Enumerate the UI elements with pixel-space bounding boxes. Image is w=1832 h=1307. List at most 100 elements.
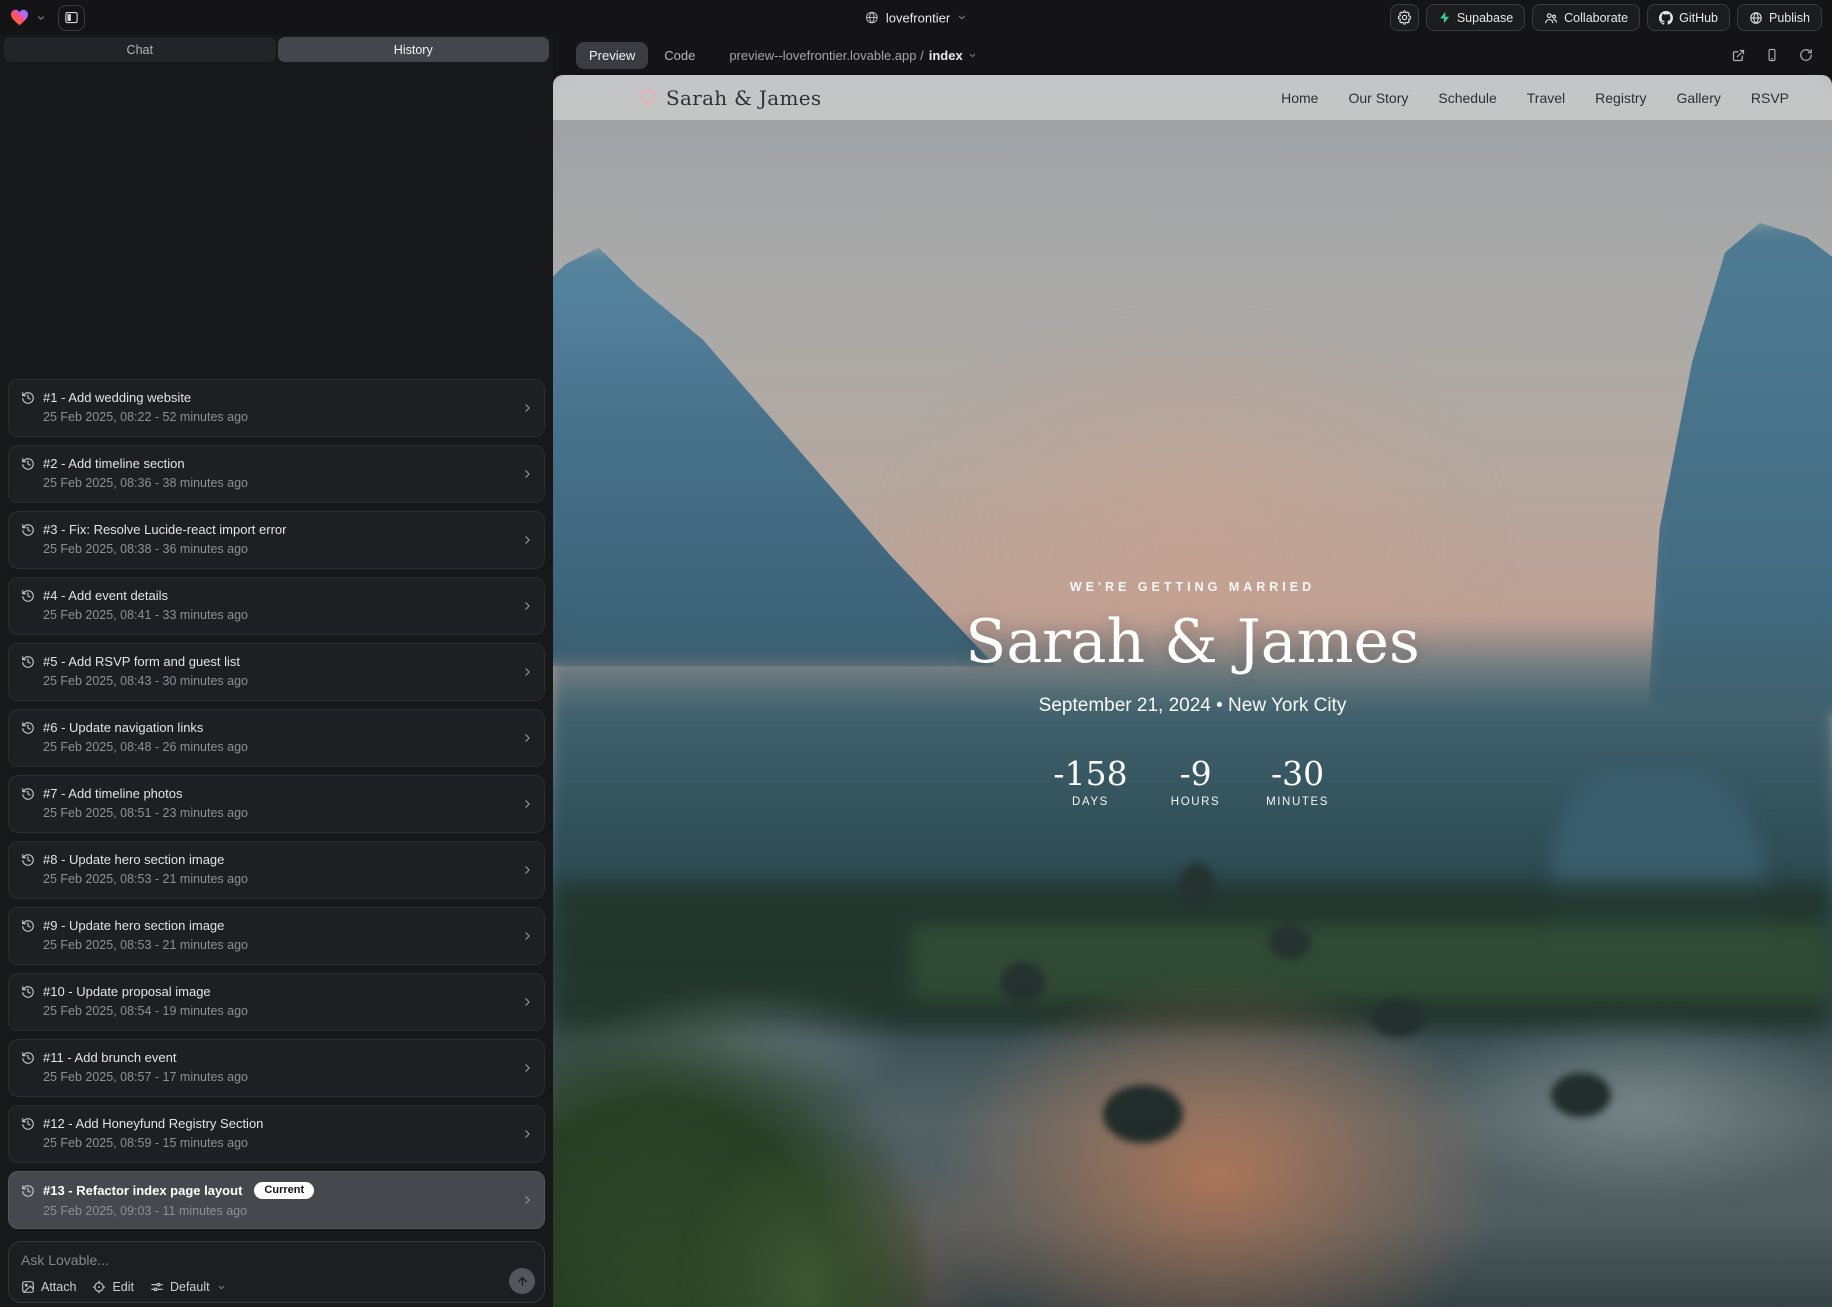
history-clock-icon [21, 1184, 35, 1198]
history-item[interactable]: #7 - Add timeline photos 25 Feb 2025, 08… [8, 775, 545, 833]
publish-button[interactable]: Publish [1737, 4, 1822, 31]
github-button[interactable]: GitHub [1647, 4, 1730, 31]
mode-select[interactable]: Default [150, 1280, 226, 1294]
workspace-chevron-down-icon[interactable] [36, 13, 46, 23]
countdown: -158DAYS-9HOURS-30MINUTES [1053, 757, 1331, 808]
open-in-new-tab-button[interactable] [1726, 43, 1750, 67]
history-item-title: #10 - Update proposal image [43, 984, 211, 999]
project-chevron-down-icon [957, 13, 967, 23]
history-item[interactable]: #9 - Update hero section image 25 Feb 20… [8, 907, 545, 965]
preview-url-page: index [929, 48, 963, 63]
settings-button[interactable] [1390, 4, 1419, 31]
globe-icon [865, 11, 879, 25]
history-item-title: #1 - Add wedding website [43, 390, 191, 405]
mobile-view-button[interactable] [1760, 43, 1784, 67]
history-item[interactable]: #4 - Add event details 25 Feb 2025, 08:4… [8, 577, 545, 635]
sidebar-toggle-button[interactable] [58, 5, 85, 31]
users-icon [1544, 11, 1558, 25]
gear-icon [1397, 10, 1412, 25]
tab-code[interactable]: Code [652, 48, 707, 63]
site-brand-name: Sarah & James [666, 86, 821, 110]
history-item-title: #4 - Add event details [43, 588, 168, 603]
lovable-logo-icon[interactable] [10, 9, 30, 27]
countdown-label: DAYS [1072, 796, 1109, 808]
sidebar-tabs: Chat History [4, 37, 549, 62]
nav-link-gallery[interactable]: Gallery [1677, 90, 1721, 106]
history-clock-icon [21, 1051, 35, 1065]
countdown-label: MINUTES [1266, 796, 1329, 808]
send-button[interactable] [509, 1268, 535, 1294]
history-item-timestamp: 25 Feb 2025, 08:38 - 36 minutes ago [43, 542, 510, 556]
bg-grass [681, 1135, 937, 1307]
preview-pane: Preview Code preview--lovefrontier.lovab… [553, 35, 1832, 1307]
chevron-right-icon [521, 798, 534, 811]
project-switcher[interactable]: lovefrontier [865, 10, 967, 25]
refresh-button[interactable] [1794, 43, 1818, 67]
history-item[interactable]: #3 - Fix: Resolve Lucide-react import er… [8, 511, 545, 569]
bg-rock [1103, 1085, 1183, 1143]
nav-link-registry[interactable]: Registry [1595, 90, 1646, 106]
history-item[interactable]: #1 - Add wedding website 25 Feb 2025, 08… [8, 379, 545, 437]
history-item[interactable]: #5 - Add RSVP form and guest list 25 Feb… [8, 643, 545, 701]
hero: WE'RE GETTING MARRIED Sarah & James Sept… [553, 580, 1832, 808]
site-brand[interactable]: Sarah & James [638, 86, 821, 110]
target-icon [92, 1280, 106, 1294]
project-name: lovefrontier [886, 10, 950, 25]
image-icon [21, 1280, 35, 1294]
history-item-title: #7 - Add timeline photos [43, 786, 182, 801]
collaborate-button[interactable]: Collaborate [1532, 4, 1640, 31]
countdown-minutes: -30MINUTES [1264, 757, 1332, 808]
history-item-timestamp: 25 Feb 2025, 08:59 - 15 minutes ago [43, 1136, 510, 1150]
history-item-timestamp: 25 Feb 2025, 08:57 - 17 minutes ago [43, 1070, 510, 1084]
publish-globe-icon [1749, 11, 1763, 25]
mode-chevron-down-icon [217, 1283, 226, 1292]
bg-rock [1180, 863, 1214, 907]
smartphone-icon [1765, 48, 1779, 62]
prompt-input[interactable]: Ask Lovable... [21, 1252, 532, 1268]
bg-rock [1001, 962, 1045, 1002]
nav-link-schedule[interactable]: Schedule [1438, 90, 1496, 106]
nav-link-rsvp[interactable]: RSVP [1751, 90, 1789, 106]
history-item[interactable]: #2 - Add timeline section 25 Feb 2025, 0… [8, 445, 545, 503]
tab-preview[interactable]: Preview [576, 42, 648, 69]
history-clock-icon [21, 787, 35, 801]
current-badge: Current [254, 1182, 314, 1199]
supabase-button[interactable]: Supabase [1426, 4, 1525, 31]
sliders-icon [150, 1280, 164, 1294]
edit-button[interactable]: Edit [92, 1280, 134, 1294]
preview-url[interactable]: preview--lovefrontier.lovable.app / inde… [729, 48, 976, 63]
bg-rock [1372, 999, 1424, 1037]
history-item[interactable]: #13 - Refactor index page layout Current… [8, 1171, 545, 1229]
nav-link-travel[interactable]: Travel [1527, 90, 1565, 106]
nav-link-home[interactable]: Home [1281, 90, 1318, 106]
chevron-right-icon [521, 1062, 534, 1075]
history-item-timestamp: 25 Feb 2025, 08:51 - 23 minutes ago [43, 806, 510, 820]
attach-button[interactable]: Attach [21, 1280, 76, 1294]
publish-label: Publish [1769, 11, 1810, 25]
history-item[interactable]: #8 - Update hero section image 25 Feb 20… [8, 841, 545, 899]
history-item[interactable]: #11 - Add brunch event 25 Feb 2025, 08:5… [8, 1039, 545, 1097]
supabase-label: Supabase [1457, 11, 1513, 25]
history-item-timestamp: 25 Feb 2025, 08:53 - 21 minutes ago [43, 872, 510, 886]
history-clock-icon [21, 1117, 35, 1131]
nav-link-our-story[interactable]: Our Story [1348, 90, 1408, 106]
hero-title: Sarah & James [965, 608, 1420, 677]
history-item[interactable]: #10 - Update proposal image 25 Feb 2025,… [8, 973, 545, 1031]
github-icon [1659, 11, 1673, 25]
bg-sunset-reflection2 [630, 1147, 1039, 1307]
countdown-value: -158 [1053, 757, 1127, 790]
tab-chat[interactable]: Chat [4, 37, 276, 62]
chevron-right-icon [521, 930, 534, 943]
chevron-right-icon [521, 600, 534, 613]
history-clock-icon [21, 523, 35, 537]
countdown-label: HOURS [1171, 796, 1221, 808]
url-chevron-down-icon [968, 51, 977, 60]
sidebar: Chat History #1 - Add wedding website 25… [0, 35, 553, 1307]
countdown-days: -158 DAYS [1053, 757, 1127, 808]
tab-history[interactable]: History [278, 37, 550, 62]
history-item[interactable]: #12 - Add Honeyfund Registry Section 25 … [8, 1105, 545, 1163]
hero-dateline: September 21, 2024 • New York City [1039, 695, 1347, 717]
refresh-icon [1799, 48, 1813, 62]
history-item[interactable]: #6 - Update navigation links 25 Feb 2025… [8, 709, 545, 767]
history-item-title: #2 - Add timeline section [43, 456, 185, 471]
